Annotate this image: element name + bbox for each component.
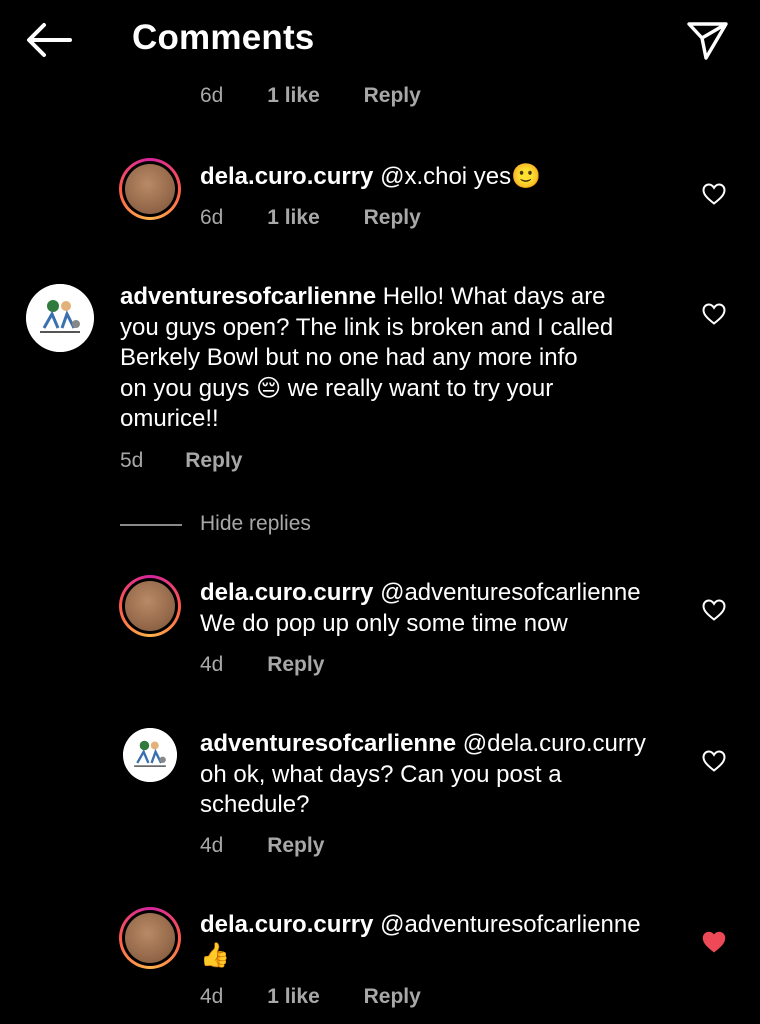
comment-body: dela.curo.curry @adventuresofcarlienne 👍 — [200, 910, 680, 971]
heart-outline-icon[interactable] — [702, 599, 726, 621]
dela-curo-logo — [125, 581, 175, 631]
comment-mention[interactable]: @dela.curo.curry — [463, 730, 646, 757]
comment-mention[interactable]: @adventuresofcarlienne — [380, 579, 641, 606]
heart-outline-icon[interactable] — [702, 303, 726, 325]
comment-username[interactable]: dela.curo.curry — [200, 911, 373, 938]
comment-time: 4d — [200, 985, 224, 1008]
comment-text-line: on you guys 😔 we really want to try your — [120, 374, 554, 402]
comment-text-line: Hello! What days are — [382, 283, 606, 310]
avatar[interactable] — [119, 907, 181, 969]
comment-text-line: omurice!! — [120, 405, 219, 432]
comment-username[interactable]: adventuresofcarlienne — [120, 283, 376, 310]
comment-username[interactable]: dela.curo.curry — [200, 579, 373, 606]
heart-filled-icon[interactable] — [702, 931, 726, 953]
reply-button[interactable]: Reply — [267, 834, 324, 858]
like-count-link[interactable]: 1 like — [267, 206, 320, 230]
comment-time: 6d — [200, 84, 224, 107]
hide-replies-button[interactable]: Hide replies — [200, 512, 311, 536]
comment-time: 6d — [200, 206, 224, 229]
comment-meta: 6d 1 like Reply — [200, 206, 421, 230]
comment-text-line: We do pop up only some time now — [200, 609, 568, 637]
comment-text-line: Berkely Bowl but no one had any more inf… — [120, 344, 578, 371]
comment-body: adventuresofcarlienne @dela.curo.curry o… — [200, 729, 680, 821]
heart-outline-icon[interactable] — [702, 750, 726, 772]
avatar[interactable] — [123, 728, 177, 782]
comment-meta: 4d 1 like Reply — [200, 985, 421, 1009]
comment-text-line: you guys open? The link is broken and I … — [120, 313, 614, 341]
reply-button[interactable]: Reply — [267, 653, 324, 677]
comment-meta: 6d 1 like Reply — [200, 84, 421, 108]
avatar-illustration — [26, 284, 94, 352]
paper-plane-icon[interactable] — [684, 18, 730, 62]
dela-curo-logo — [125, 913, 175, 963]
dela-curo-logo — [125, 164, 175, 214]
comment-body: dela.curo.curry @x.choi yes🙂 — [200, 162, 670, 193]
comment-time: 4d — [200, 834, 224, 857]
avatar-illustration — [123, 728, 177, 782]
avatar[interactable] — [119, 575, 181, 637]
reply-button[interactable]: Reply — [364, 985, 421, 1009]
comment-body: dela.curo.curry @adventuresofcarlienne W… — [200, 578, 680, 639]
top-app-bar: Comments — [0, 0, 760, 78]
comments-feed[interactable]: 6d 1 like Reply dela.curo.curry @x.choi … — [0, 0, 760, 1024]
reply-button[interactable]: Reply — [185, 449, 242, 473]
comment-text-line: schedule? — [200, 791, 310, 818]
like-count-link[interactable]: 1 like — [267, 84, 320, 108]
like-count-link[interactable]: 1 like — [267, 985, 320, 1009]
comment-body: adventuresofcarlienne Hello! What days a… — [120, 282, 680, 435]
comment-meta: 4d Reply — [200, 653, 324, 677]
arrow-left-icon[interactable] — [22, 18, 74, 62]
page-title: Comments — [132, 18, 315, 57]
comment-username[interactable]: dela.curo.curry — [200, 163, 373, 190]
comment-time: 5d — [120, 449, 144, 472]
comment-time: 4d — [200, 653, 224, 676]
avatar[interactable] — [119, 158, 181, 220]
reply-button[interactable]: Reply — [364, 206, 421, 230]
avatar[interactable] — [26, 284, 94, 352]
reply-button[interactable]: Reply — [364, 84, 421, 108]
comment-text-line: 👍 — [200, 941, 230, 969]
comment-mention[interactable]: @adventuresofcarlienne — [380, 911, 641, 938]
comment-meta: 5d Reply — [120, 449, 242, 473]
heart-outline-icon[interactable] — [702, 183, 726, 205]
comment-username[interactable]: adventuresofcarlienne — [200, 730, 456, 757]
comment-text: @x.choi yes🙂 — [380, 163, 542, 190]
hide-replies-divider — [120, 524, 182, 526]
comment-text-line: oh ok, what days? Can you post a — [200, 760, 562, 788]
comment-meta: 4d Reply — [200, 834, 324, 858]
